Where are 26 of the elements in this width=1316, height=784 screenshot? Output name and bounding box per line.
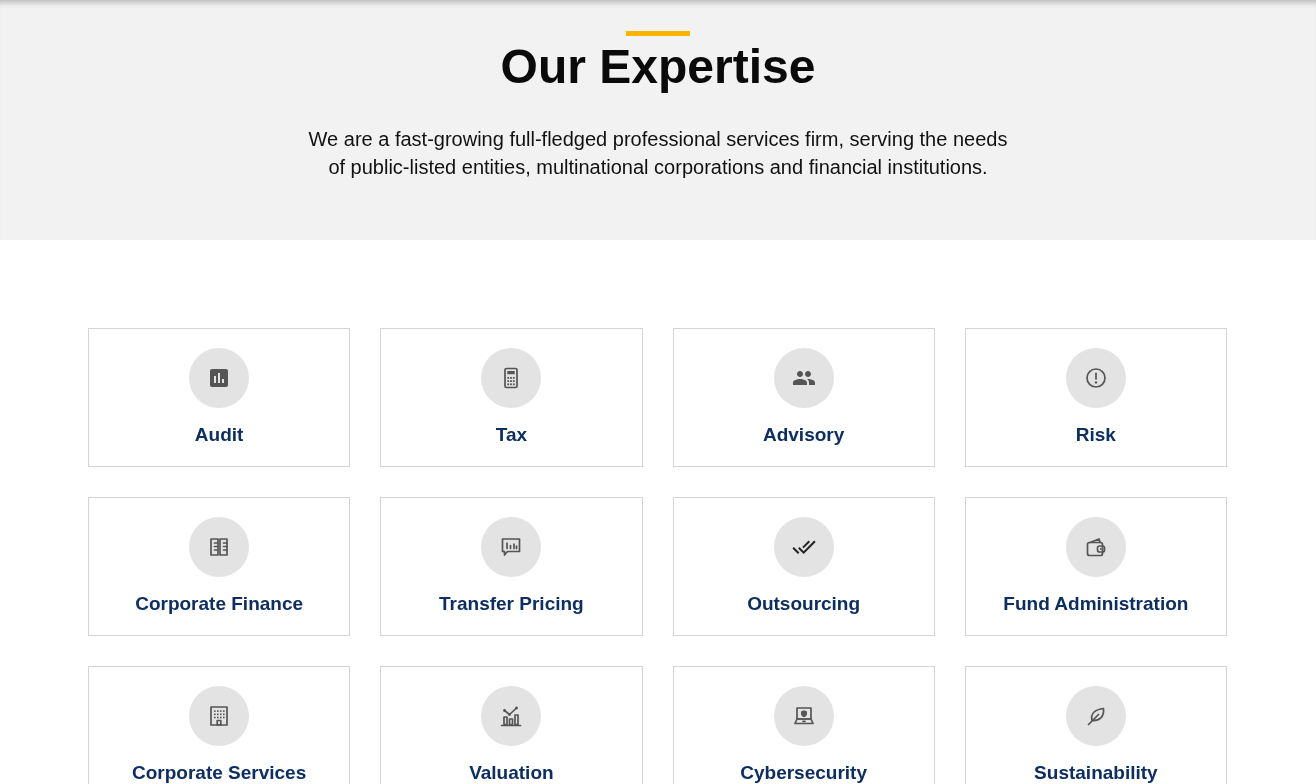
service-card[interactable]: Sustainability <box>964 666 1227 784</box>
service-card[interactable]: Corporate Finance <box>88 497 351 636</box>
service-card[interactable]: Cybersecurity <box>672 666 935 784</box>
service-card[interactable]: Fund Administration <box>964 497 1227 636</box>
building-icon <box>189 686 250 746</box>
people-icon <box>773 348 834 408</box>
service-card[interactable]: Audit <box>88 328 351 467</box>
double-check-icon <box>773 517 834 577</box>
intro-paragraph: We are a fast-growing full-fledged professional services firm, serving the needs of public-listed entities, multinational corporations and financial institutions. <box>307 127 1009 180</box>
service-card[interactable]: Outsourcing <box>672 497 935 636</box>
service-card[interactable]: Risk <box>964 328 1227 467</box>
wallet-icon <box>1065 517 1126 577</box>
section-title: Our Expertise <box>500 39 816 95</box>
laptop-shield-icon <box>773 686 834 746</box>
service-card[interactable]: Tax <box>380 328 643 467</box>
calculator-icon <box>481 348 542 408</box>
exclamation-icon <box>1065 348 1126 408</box>
service-card[interactable]: Valuation <box>380 666 643 784</box>
service-card[interactable]: Transfer Pricing <box>380 497 643 636</box>
leaf-icon <box>1065 686 1126 746</box>
buildings-icon <box>189 517 250 577</box>
chart-bubble-icon <box>481 517 542 577</box>
bar-chart-icon <box>189 348 250 408</box>
service-card[interactable]: Advisory <box>672 328 935 467</box>
trend-chart-icon <box>481 686 542 746</box>
service-card[interactable]: Corporate Services <box>88 666 351 784</box>
